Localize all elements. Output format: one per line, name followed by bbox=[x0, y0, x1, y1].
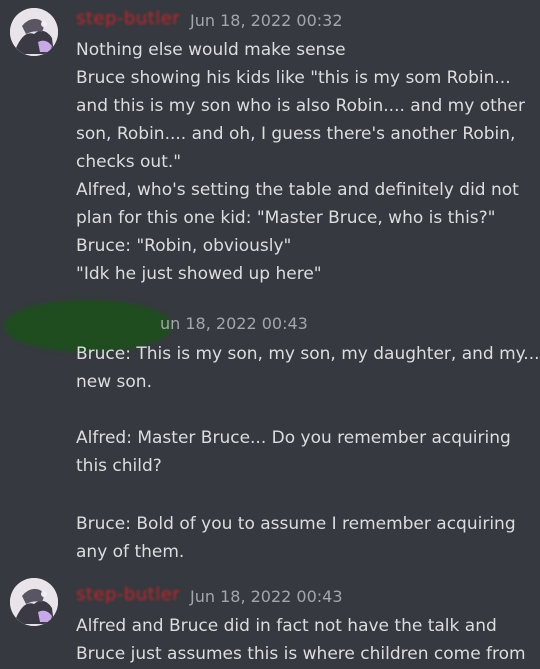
message-line: Bruce: This is my son, my son, my daught… bbox=[76, 344, 540, 364]
message-line: Alfred, who's setting the table and defi… bbox=[76, 180, 519, 200]
message-line: and this is my son who is also Robin....… bbox=[76, 96, 525, 116]
message-line: Bruce just assumes this is where childre… bbox=[76, 644, 526, 664]
avatar-illustration-icon bbox=[10, 8, 58, 56]
message-line: "Idk he just showed up here" bbox=[76, 264, 322, 284]
message-line: son, Robin.... and oh, I guess there's a… bbox=[76, 124, 516, 144]
user-avatar[interactable] bbox=[10, 578, 58, 626]
message-line: new son. bbox=[76, 372, 152, 392]
message-line: any of them. bbox=[76, 542, 185, 562]
avatar-illustration-icon bbox=[10, 578, 58, 626]
message-line: checks out." bbox=[76, 152, 182, 172]
message-timestamp: Jun 18, 2022 00:32 bbox=[190, 11, 343, 30]
message-line: Bruce: Bold of you to assume I remember … bbox=[76, 514, 516, 534]
message-line: Nothing else would make sense bbox=[76, 40, 346, 60]
message-line: Bruce: "Robin, obviously" bbox=[76, 236, 292, 256]
message-line: plan for this one kid: "Master Bruce, wh… bbox=[76, 208, 496, 228]
message-line: Alfred: Master Bruce... Do you remember … bbox=[76, 428, 511, 448]
message-timestamp: Jun 18, 2022 00:43 bbox=[190, 587, 343, 606]
message-username[interactable]: step-butler bbox=[76, 584, 180, 605]
user-avatar[interactable] bbox=[10, 8, 58, 56]
message-line: Alfred and Bruce did in fact not have th… bbox=[76, 616, 497, 636]
message-line: this child? bbox=[76, 456, 162, 476]
message-timestamp: un 18, 2022 00:43 bbox=[160, 314, 308, 333]
message-line: Bruce showing his kids like "this is my … bbox=[76, 68, 511, 88]
message-username[interactable]: step-butler bbox=[76, 8, 180, 29]
